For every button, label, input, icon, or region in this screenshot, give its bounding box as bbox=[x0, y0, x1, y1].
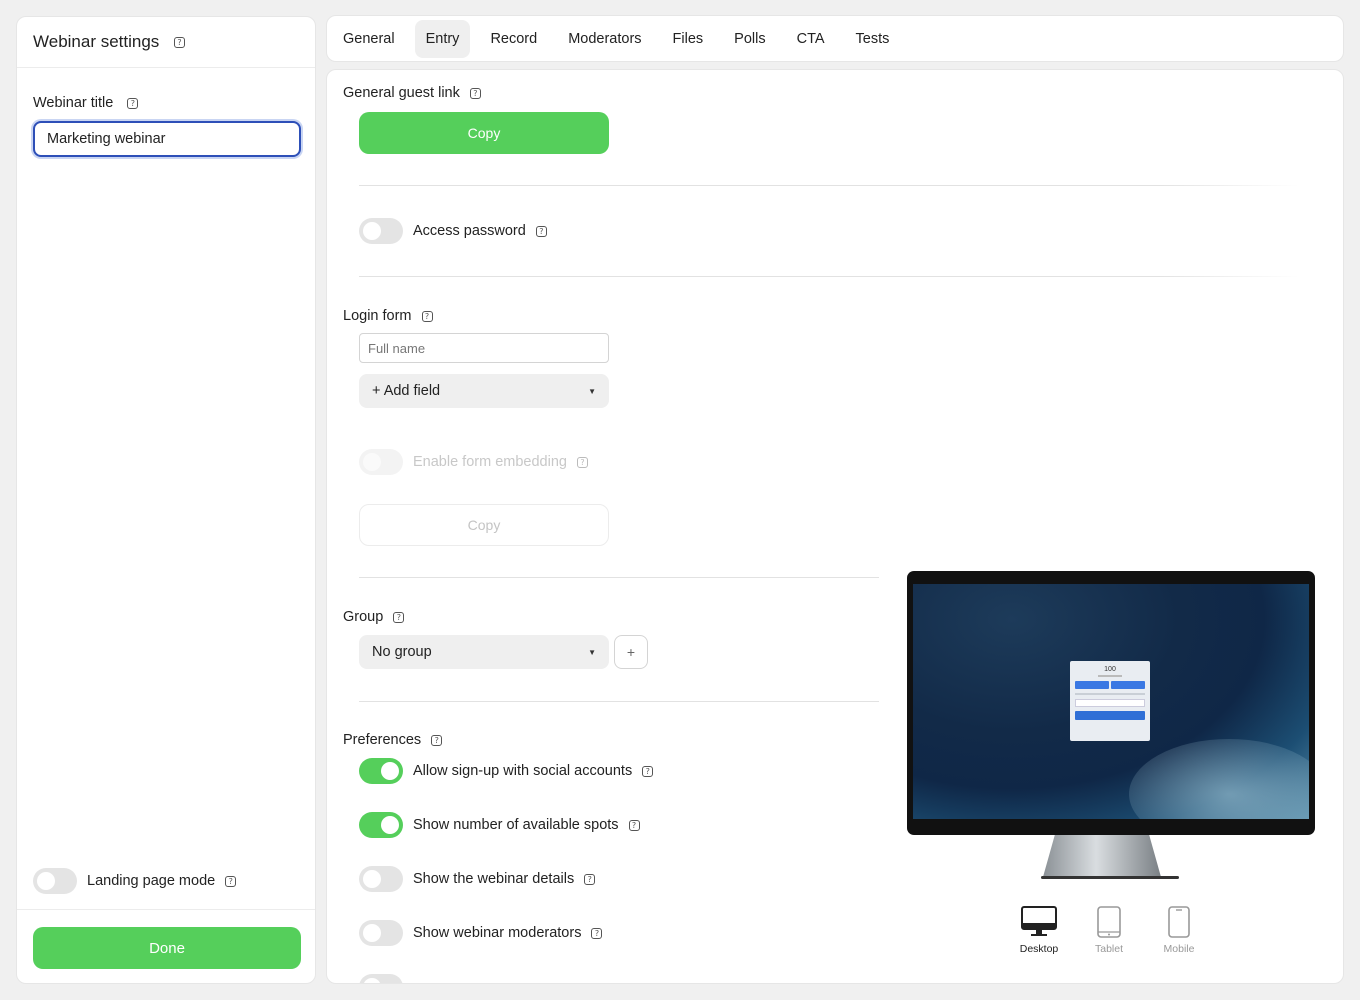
login-form-section-label: Login form ? bbox=[343, 308, 433, 324]
group-section-label: Group ? bbox=[343, 609, 405, 625]
webinar-title-input[interactable] bbox=[33, 121, 301, 157]
add-group-button[interactable]: + bbox=[614, 635, 648, 669]
monitor-stand bbox=[1043, 835, 1161, 877]
pref-webinar-details-row: Show the webinar details ? bbox=[359, 866, 596, 892]
preview-spots-count: 100 bbox=[1104, 666, 1116, 673]
help-icon[interactable]: ? bbox=[421, 310, 433, 322]
social-signup-label: Allow sign-up with social accounts bbox=[413, 763, 633, 779]
moderators-label: Show webinar moderators bbox=[413, 925, 582, 941]
preview-separator bbox=[1075, 693, 1145, 695]
mobile-icon bbox=[1168, 906, 1190, 938]
webinar-title-label-text: Webinar title bbox=[33, 95, 114, 111]
webinar-title-label: Webinar title ? bbox=[33, 95, 139, 111]
preview-device-switcher: Desktop Tablet Mobile bbox=[1017, 906, 1201, 955]
caret-down-icon: ▼ bbox=[588, 386, 596, 396]
help-icon[interactable]: ? bbox=[628, 819, 640, 831]
guest-link-label: General guest link bbox=[343, 85, 460, 101]
device-desktop[interactable]: Desktop bbox=[1017, 906, 1061, 955]
sidebar-header: Webinar settings ? bbox=[17, 17, 315, 68]
enable-embedding-label: Enable form embedding bbox=[413, 454, 567, 470]
entry-settings-panel: General guest link ? Copy Access passwor… bbox=[326, 69, 1344, 984]
preferences-section-label: Preferences ? bbox=[343, 732, 443, 748]
tab-general[interactable]: General bbox=[332, 20, 406, 58]
sidebar-footer-divider bbox=[17, 909, 315, 910]
access-password-row: Access password ? bbox=[359, 218, 547, 244]
preview-social-buttons bbox=[1075, 681, 1145, 689]
preview-microsoft-button bbox=[1111, 681, 1145, 689]
webinar-details-label: Show the webinar details bbox=[413, 871, 575, 887]
sidebar-title: Webinar settings bbox=[33, 32, 160, 51]
tab-cta[interactable]: CTA bbox=[786, 20, 836, 58]
pref-available-spots-row: Show number of available spots ? bbox=[359, 812, 640, 838]
available-spots-label: Show number of available spots bbox=[413, 817, 619, 833]
preview-screen: 100 bbox=[913, 584, 1309, 819]
desktop-icon bbox=[1021, 906, 1057, 936]
enable-embedding-row: Enable form embedding ? bbox=[359, 449, 588, 475]
pref-moderators-row: Show webinar moderators ? bbox=[359, 920, 603, 946]
device-desktop-label: Desktop bbox=[1019, 943, 1059, 955]
pref-cutoff-row bbox=[359, 974, 413, 983]
divider bbox=[359, 577, 879, 578]
preview-login-card: 100 bbox=[1070, 661, 1150, 741]
monitor-stand-base bbox=[1041, 876, 1179, 879]
login-form-label: Login form bbox=[343, 308, 412, 324]
caret-down-icon: ▼ bbox=[588, 647, 596, 657]
help-icon[interactable]: ? bbox=[225, 875, 237, 887]
divider bbox=[359, 185, 1299, 186]
help-icon[interactable]: ? bbox=[584, 873, 596, 885]
group-label: Group bbox=[343, 609, 384, 625]
tab-entry[interactable]: Entry bbox=[414, 19, 471, 58]
preferences-label: Preferences bbox=[343, 732, 422, 748]
help-icon[interactable]: ? bbox=[174, 37, 186, 49]
help-icon[interactable]: ? bbox=[576, 456, 588, 468]
pref-social-signup-row: Allow sign-up with social accounts ? bbox=[359, 758, 654, 784]
preview-google-button bbox=[1075, 681, 1109, 689]
full-name-input[interactable] bbox=[359, 333, 609, 363]
divider bbox=[359, 276, 1299, 277]
guest-link-section-label: General guest link ? bbox=[343, 85, 481, 101]
device-mobile[interactable]: Mobile bbox=[1157, 906, 1201, 955]
preview-spots-caption bbox=[1098, 675, 1122, 677]
settings-sidebar: Webinar settings ? Webinar title ? Landi… bbox=[16, 16, 316, 984]
group-select[interactable]: No group ▼ bbox=[359, 635, 609, 669]
tab-moderators[interactable]: Moderators bbox=[557, 20, 652, 58]
tab-files[interactable]: Files bbox=[662, 20, 715, 58]
preview-signin-button bbox=[1075, 711, 1145, 720]
help-icon[interactable]: ? bbox=[642, 765, 654, 777]
copy-guest-link-button[interactable]: Copy bbox=[359, 112, 609, 154]
help-icon[interactable]: ? bbox=[393, 611, 405, 623]
landing-page-mode-row: Landing page mode ? bbox=[33, 868, 237, 894]
cutoff-toggle[interactable] bbox=[359, 974, 403, 983]
tab-polls[interactable]: Polls bbox=[723, 20, 776, 58]
device-mobile-label: Mobile bbox=[1163, 943, 1195, 955]
device-tablet-label: Tablet bbox=[1094, 943, 1124, 955]
help-icon[interactable]: ? bbox=[535, 225, 547, 237]
available-spots-toggle[interactable] bbox=[359, 812, 403, 838]
webinar-details-toggle[interactable] bbox=[359, 866, 403, 892]
desktop-preview-monitor: 100 bbox=[907, 571, 1315, 835]
help-icon[interactable]: ? bbox=[591, 927, 603, 939]
settings-tabs: General Entry Record Moderators Files Po… bbox=[326, 15, 1344, 62]
add-field-label: + Add field bbox=[372, 383, 441, 399]
divider bbox=[359, 701, 879, 702]
done-button[interactable]: Done bbox=[33, 927, 301, 969]
preview-name-input bbox=[1075, 699, 1145, 707]
moderators-toggle[interactable] bbox=[359, 920, 403, 946]
help-icon[interactable]: ? bbox=[431, 734, 443, 746]
device-tablet[interactable]: Tablet bbox=[1087, 906, 1131, 955]
group-select-value: No group bbox=[372, 644, 432, 660]
enable-embedding-toggle[interactable] bbox=[359, 449, 403, 475]
help-icon[interactable]: ? bbox=[469, 87, 481, 99]
add-field-dropdown[interactable]: + Add field ▼ bbox=[359, 374, 609, 408]
copy-embed-code-button[interactable]: Copy bbox=[359, 504, 609, 546]
tablet-icon bbox=[1097, 906, 1121, 938]
landing-page-mode-toggle[interactable] bbox=[33, 868, 77, 894]
social-signup-toggle[interactable] bbox=[359, 758, 403, 784]
access-password-toggle[interactable] bbox=[359, 218, 403, 244]
tab-tests[interactable]: Tests bbox=[845, 20, 901, 58]
tab-record[interactable]: Record bbox=[479, 20, 548, 58]
landing-page-mode-label: Landing page mode bbox=[87, 873, 216, 889]
help-icon[interactable]: ? bbox=[127, 97, 139, 109]
access-password-label: Access password bbox=[413, 223, 526, 239]
